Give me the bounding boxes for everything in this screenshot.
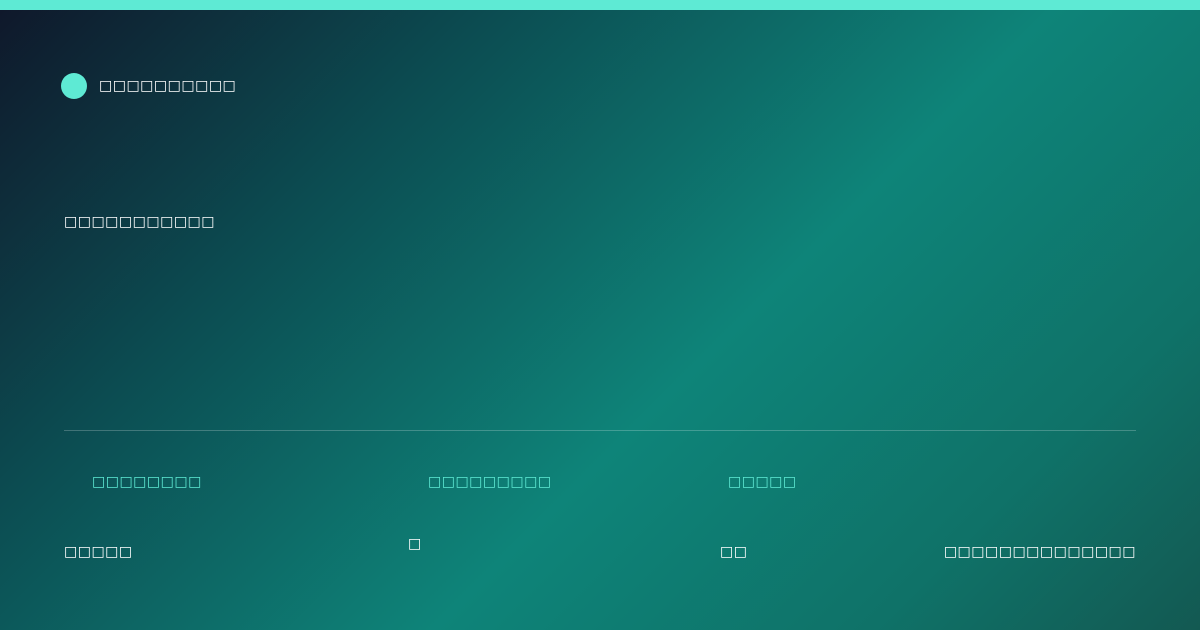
brand-name: □□□□□□□□□□ — [99, 78, 237, 94]
footer-text: □□□□□□□□□□□□□□ — [943, 544, 1136, 560]
headline: □□□□□□□□□□□ — [64, 214, 216, 230]
divider — [64, 430, 1136, 431]
social-card: □□□□□□□□□□ □□□□□□□□□□□ □□□□□□□□ □□□□□□□□… — [0, 0, 1200, 630]
brand: □□□□□□□□□□ — [61, 73, 236, 99]
stat-value-3: □□ — [720, 544, 748, 560]
stat-value-2: □ — [408, 536, 422, 552]
stat-value-1: □□□□□ — [64, 544, 133, 560]
stat-label-1: □□□□□□□□ — [92, 474, 202, 490]
accent-top-bar — [0, 0, 1200, 10]
stat-label-3: □□□□□ — [728, 474, 797, 490]
brand-logo-icon — [61, 73, 87, 99]
stat-label-2: □□□□□□□□□ — [428, 474, 552, 490]
